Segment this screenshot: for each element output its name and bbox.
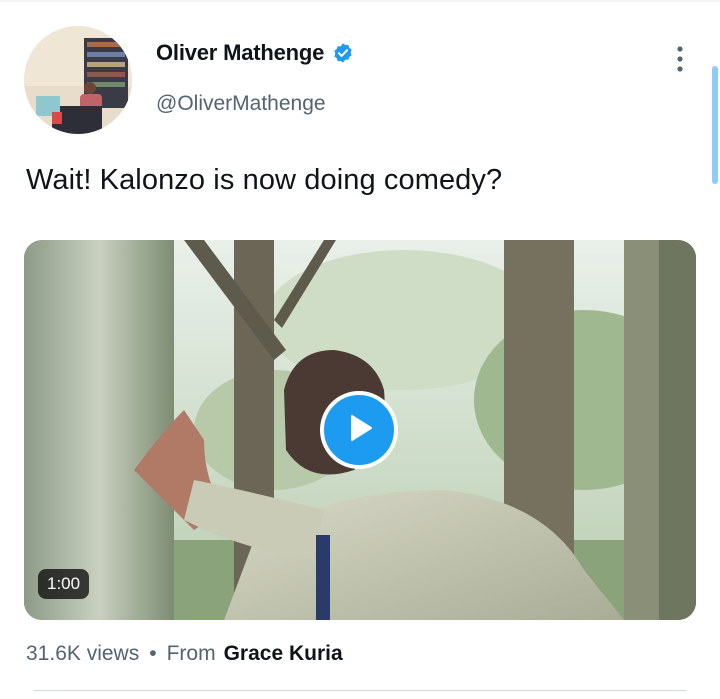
video-player[interactable]: 1:00 (24, 240, 696, 620)
play-button[interactable] (320, 391, 398, 469)
top-divider (0, 0, 720, 2)
from-label: From (166, 642, 216, 665)
author-name-row[interactable]: Oliver Mathenge (156, 40, 354, 66)
source-link[interactable]: Grace Kuria (224, 642, 343, 666)
avatar[interactable] (24, 26, 132, 134)
author-name[interactable]: Oliver Mathenge (156, 40, 324, 66)
scrollbar[interactable] (712, 66, 718, 184)
verified-badge-icon (332, 42, 354, 64)
tweet-meta: 31.6K views • From Grace Kuria (26, 642, 343, 666)
play-icon (342, 411, 376, 450)
view-count: 31.6K views (26, 642, 140, 665)
author-handle[interactable]: @OliverMathenge (156, 92, 326, 116)
more-options-icon[interactable] (672, 44, 688, 74)
video-duration-badge: 1:00 (38, 569, 90, 599)
bottom-divider (34, 690, 686, 691)
tweet-text: Wait! Kalonzo is now doing comedy? (26, 164, 503, 196)
meta-separator: • (149, 642, 157, 665)
